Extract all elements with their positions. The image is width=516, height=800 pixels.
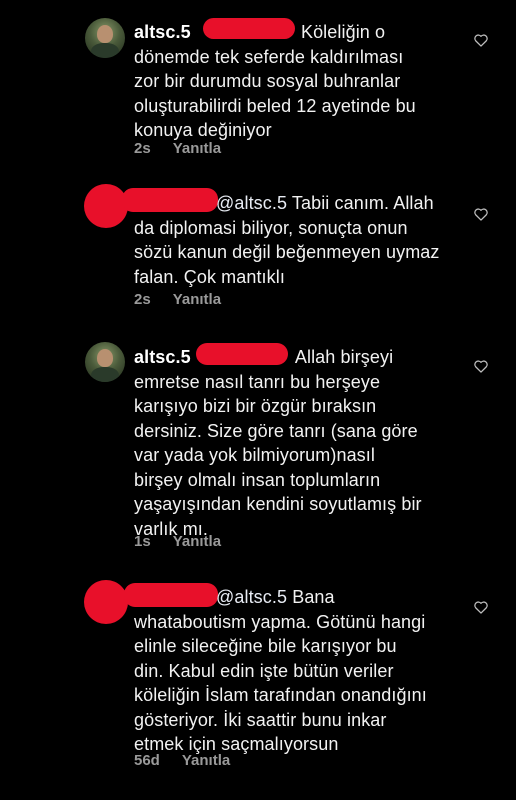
comment-body-first: Bana — [287, 587, 335, 607]
redaction-mark — [203, 18, 295, 39]
avatar[interactable] — [84, 580, 128, 624]
comments-screen: { "comments": [ { "username": "altsc.5",… — [0, 0, 516, 800]
comment-time: 2s — [134, 140, 151, 157]
comment-meta: 2s Yanıtla — [134, 140, 221, 157]
avatar[interactable] — [84, 184, 128, 228]
heart-outline-icon[interactable] — [473, 207, 489, 221]
comment-text: altsc.5 Allah birşeyi emretse nasıl tanr… — [134, 345, 464, 541]
reply-button[interactable]: Yanıtla — [182, 752, 230, 769]
comment-time: 1s — [134, 533, 151, 550]
comment-time: 56d — [134, 752, 160, 769]
heart-outline-icon[interactable] — [473, 359, 489, 373]
reply-button[interactable]: Yanıtla — [173, 140, 221, 157]
comment-username[interactable]: altsc.5 — [134, 22, 191, 42]
avatar-head — [97, 349, 113, 367]
comment-body: da diplomasi biliyor, sonuçta onun sözü … — [134, 217, 440, 287]
comment-username[interactable]: altsc.5 — [134, 347, 191, 367]
reply-button[interactable]: Yanıtla — [173, 533, 221, 550]
avatar[interactable] — [85, 18, 125, 58]
comment-meta: 56d Yanıtla — [134, 752, 230, 769]
comment-meta: 1s Yanıtla — [134, 533, 221, 550]
comment-mention[interactable]: @altsc.5 — [216, 193, 287, 213]
avatar-head — [97, 25, 113, 43]
avatar-shirt — [91, 367, 119, 382]
comment-text: @altsc.5 Bana whataboutism yapma. Götünü… — [134, 585, 464, 757]
reply-button[interactable]: Yanıtla — [173, 291, 221, 308]
comment-text: @altsc.5 Tabii canım. Allah da diplomasi… — [134, 191, 464, 289]
avatar[interactable] — [85, 342, 125, 382]
comment-time: 2s — [134, 291, 151, 308]
comment-body-first: Tabii canım. Allah — [287, 193, 434, 213]
comment-body: Allah birşeyi emretse nasıl tanrı bu her… — [134, 347, 422, 539]
comment-mention[interactable]: @altsc.5 — [216, 587, 287, 607]
avatar-shirt — [91, 43, 119, 58]
comment-body: whataboutism yapma. Götünü hangi elinle … — [134, 611, 427, 755]
comment-text: altsc.5 Köleliğin o dönemde tek seferde … — [134, 20, 464, 143]
redaction-mark — [196, 343, 288, 365]
heart-outline-icon[interactable] — [473, 600, 489, 614]
heart-outline-icon[interactable] — [473, 33, 489, 47]
comment-meta: 2s Yanıtla — [134, 291, 221, 308]
